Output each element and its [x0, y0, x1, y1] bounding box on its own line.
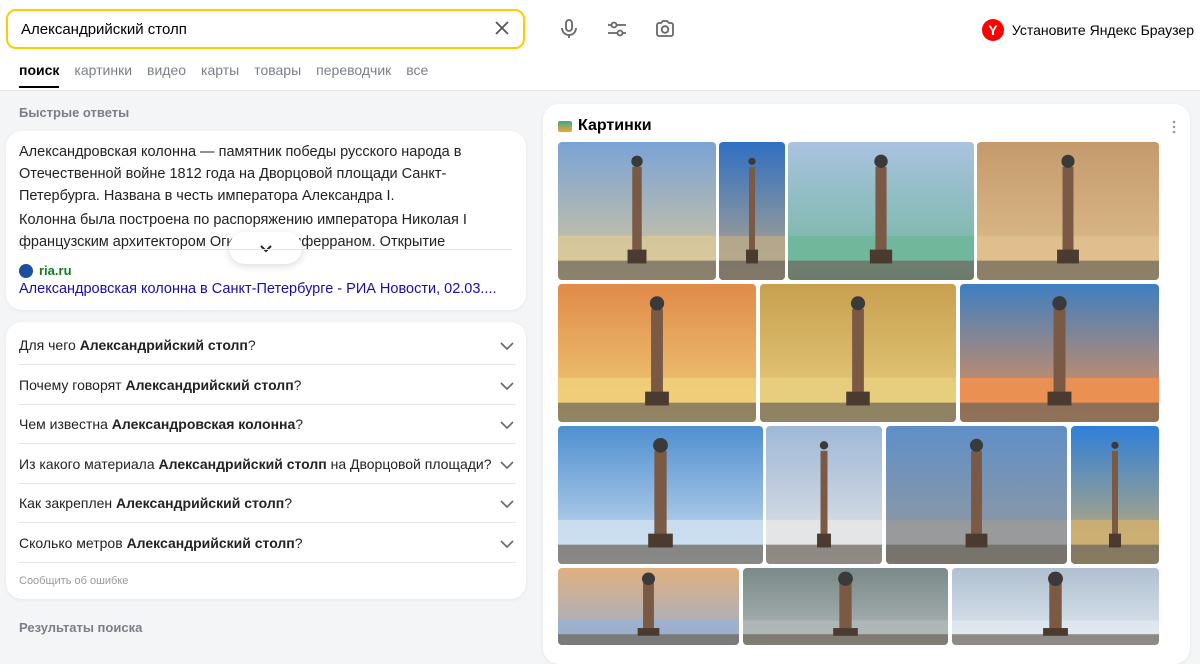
divider	[19, 249, 512, 250]
faq-question-suffix: ?	[294, 534, 303, 551]
chevron-down-icon[interactable]	[500, 339, 514, 353]
faq-question-prefix: Сколько метров	[19, 534, 127, 551]
chevron-down-icon[interactable]	[500, 497, 514, 511]
tab-images[interactable]: картинки	[74, 62, 132, 88]
microphone-icon[interactable]	[557, 17, 581, 41]
images-title[interactable]: Картинки	[578, 117, 652, 135]
report-error-link[interactable]: Сообщить об ошибке	[19, 575, 128, 587]
image-thumbnail[interactable]	[952, 568, 1159, 645]
search-tabs: поиск картинки видео карты товары перево…	[19, 62, 428, 88]
faq-question-suffix: ?	[284, 495, 292, 511]
top-bar: Александрийский столп Y Установите Яндек…	[0, 0, 1200, 91]
image-thumbnail[interactable]	[558, 142, 716, 280]
promo-text[interactable]: Установите Яндекс Браузер	[1012, 22, 1194, 38]
answer-source[interactable]: ria.ru	[19, 263, 72, 278]
chevron-down-icon[interactable]	[500, 379, 514, 393]
faq-item[interactable]: Чем известна Александровская колонна?	[19, 405, 516, 444]
tab-search[interactable]: поиск	[19, 62, 60, 88]
tab-maps[interactable]: карты	[201, 62, 239, 88]
search-box[interactable]: Александрийский столп	[6, 9, 525, 49]
image-thumbnail[interactable]	[558, 284, 756, 422]
filters-icon[interactable]	[605, 17, 629, 41]
chevron-down-icon	[259, 245, 272, 253]
images-icon	[558, 120, 572, 132]
image-thumbnail[interactable]	[960, 284, 1159, 422]
image-thumbnail[interactable]	[886, 426, 1067, 564]
faq-question-prefix: Из какого материала	[19, 455, 159, 472]
faq-question-prefix: Как закреплен	[19, 495, 117, 511]
image-thumbnail[interactable]	[719, 142, 785, 280]
camera-search-icon[interactable]	[653, 17, 677, 41]
faq-question-suffix: ?	[295, 416, 304, 432]
image-thumbnail[interactable]	[977, 142, 1159, 280]
image-thumbnail[interactable]	[558, 568, 739, 645]
faq-question-keyword: Александровская колонна	[111, 416, 296, 432]
faq-question-keyword: Александрийский столп	[116, 495, 285, 511]
faq-question-suffix: на Дворцовой площади?	[326, 455, 492, 472]
browser-promo[interactable]: Y Установите Яндекс Браузер	[981, 18, 1194, 42]
images-header[interactable]: Картинки	[558, 117, 652, 135]
faq-item[interactable]: Почему говорят Александрийский столп?	[19, 366, 516, 405]
search-input[interactable]: Александрийский столп	[21, 21, 187, 38]
faq-question-prefix: Чем известна	[19, 416, 112, 432]
faq-question-suffix: ?	[293, 376, 302, 393]
faq-item[interactable]: Из какого материала Александрийский стол…	[19, 445, 516, 484]
quick-answers-title: Быстрые ответы	[19, 105, 130, 120]
faq-item[interactable]: Для чего Александрийский столп?	[19, 326, 516, 365]
faq-question-keyword: Александрийский столп	[125, 376, 294, 393]
image-thumbnail[interactable]	[1071, 426, 1159, 564]
faq-question-keyword: Александрийский столп	[158, 455, 327, 472]
clear-icon[interactable]	[491, 17, 513, 39]
tab-all[interactable]: все	[406, 62, 428, 88]
faq-question-keyword: Александрийский столп	[126, 534, 295, 551]
faq-item[interactable]: Как закреплен Александрийский столп?	[19, 484, 516, 523]
expand-answer-button[interactable]	[229, 232, 302, 264]
globe-icon	[19, 263, 33, 278]
more-options-icon[interactable]	[1172, 120, 1176, 134]
tab-products[interactable]: товары	[254, 62, 301, 88]
faq-item[interactable]: Сколько метров Александрийский столп?	[19, 524, 516, 563]
search-results-title: Результаты поиска	[19, 620, 143, 635]
faq-question-prefix: Для чего	[19, 337, 80, 353]
tab-translator[interactable]: переводчик	[316, 62, 391, 88]
image-thumbnail[interactable]	[558, 426, 763, 564]
image-thumbnail[interactable]	[743, 568, 948, 645]
chevron-down-icon[interactable]	[500, 458, 514, 472]
tab-video[interactable]: видео	[147, 62, 186, 88]
source-domain[interactable]: ria.ru	[39, 263, 72, 278]
source-link[interactable]: Александровская колонна в Санкт-Петербур…	[19, 281, 497, 297]
image-thumbnail[interactable]	[788, 142, 974, 280]
chevron-down-icon[interactable]	[500, 537, 514, 551]
faq-question-keyword: Александрийский столп	[79, 337, 248, 353]
faq-question-prefix: Почему говорят	[19, 376, 126, 393]
answer-paragraph-1: Александровская колонна — памятник побед…	[19, 144, 462, 204]
chevron-down-icon[interactable]	[500, 418, 514, 432]
image-thumbnail[interactable]	[760, 284, 956, 422]
faq-question-suffix: ?	[247, 337, 256, 353]
yandex-logo-icon: Y	[981, 19, 1004, 41]
image-thumbnail[interactable]	[766, 426, 882, 564]
